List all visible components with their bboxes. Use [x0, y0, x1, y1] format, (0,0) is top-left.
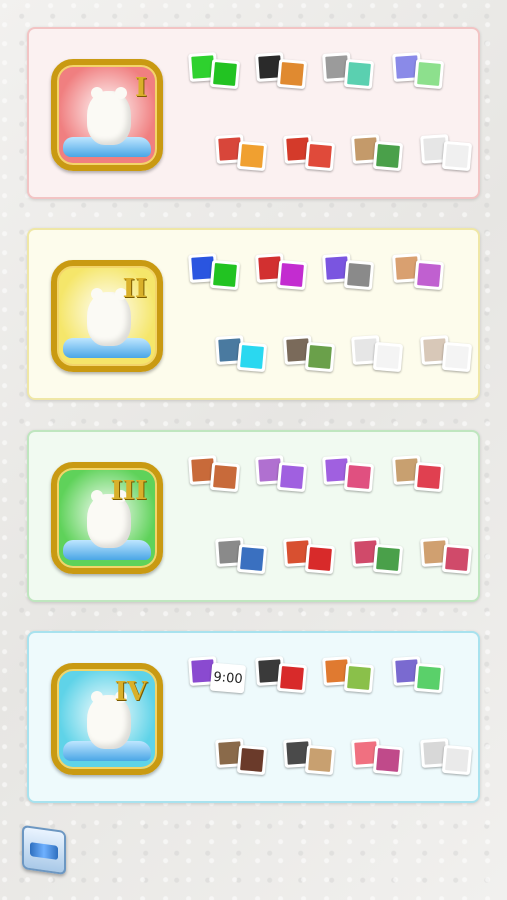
activity-card-butterflies-front[interactable] — [276, 58, 308, 90]
level-icon[interactable]: II — [51, 260, 163, 372]
level-panel-4[interactable]: IV 9:00 — [27, 631, 480, 803]
activity-card-pie-front[interactable] — [343, 461, 375, 493]
activity-card-balloons-front[interactable] — [236, 140, 268, 172]
level-icon[interactable]: IV — [51, 663, 163, 775]
activity-card-dots-red-front[interactable] — [413, 461, 445, 493]
activity-card-hand-count-front[interactable] — [441, 341, 473, 373]
activity-card-cookies-front[interactable] — [413, 259, 445, 291]
level-panel-2[interactable]: II — [27, 228, 480, 400]
activity-card-frogs-front[interactable] — [209, 461, 241, 493]
level-numeral: II — [122, 274, 147, 304]
activity-card-flowers-front[interactable] — [276, 461, 308, 493]
activity-card-vegetables-front[interactable] — [304, 341, 336, 373]
level-panel-3[interactable]: III — [27, 430, 480, 602]
activity-card-tomatoes-front[interactable] — [304, 140, 336, 172]
activity-card-pencils-front[interactable] — [372, 140, 404, 172]
level-numeral: I — [134, 73, 147, 103]
level-numeral: IV — [114, 677, 147, 707]
activity-card-counting-front[interactable] — [343, 662, 375, 694]
activity-card-color-blocks-front[interactable] — [209, 259, 241, 291]
wave-icon — [30, 842, 58, 860]
activity-card-landscape-front[interactable] — [236, 341, 268, 373]
activity-card-envelope-front[interactable] — [372, 341, 404, 373]
activity-card-frames-front[interactable] — [413, 58, 445, 90]
clock-time-label: 9:00 — [212, 669, 244, 687]
activity-card-stripes-front[interactable] — [343, 259, 375, 291]
gallery-button[interactable] — [22, 824, 66, 876]
activity-card-shoes-front[interactable] — [276, 662, 308, 694]
activity-card-green-squares-front[interactable] — [209, 58, 241, 90]
activity-card-mountains-front[interactable] — [413, 662, 445, 694]
activity-card-words-front[interactable] — [441, 744, 473, 776]
activity-card-bugs-front[interactable] — [372, 543, 404, 575]
activity-card-cars-front[interactable] — [304, 543, 336, 575]
level-icon[interactable]: III — [51, 462, 163, 574]
activity-card-shapes-front[interactable] — [372, 744, 404, 776]
activity-card-dots-front[interactable] — [276, 259, 308, 291]
activity-card-globe-front[interactable] — [236, 543, 268, 575]
level-icon[interactable]: I — [51, 59, 163, 171]
activity-card-objects-front[interactable] — [343, 58, 375, 90]
polar-bear-icon — [87, 87, 131, 145]
activity-card-animals-front[interactable] — [304, 744, 336, 776]
activity-card-puzzle-front[interactable] — [441, 543, 473, 575]
level-numeral: III — [110, 476, 148, 506]
activity-card-hands-front[interactable] — [441, 140, 473, 172]
activity-card-clock-front[interactable]: 9:00 — [209, 662, 247, 694]
level-panel-1[interactable]: I — [27, 27, 480, 199]
activity-card-kitchen-front[interactable] — [236, 744, 268, 776]
